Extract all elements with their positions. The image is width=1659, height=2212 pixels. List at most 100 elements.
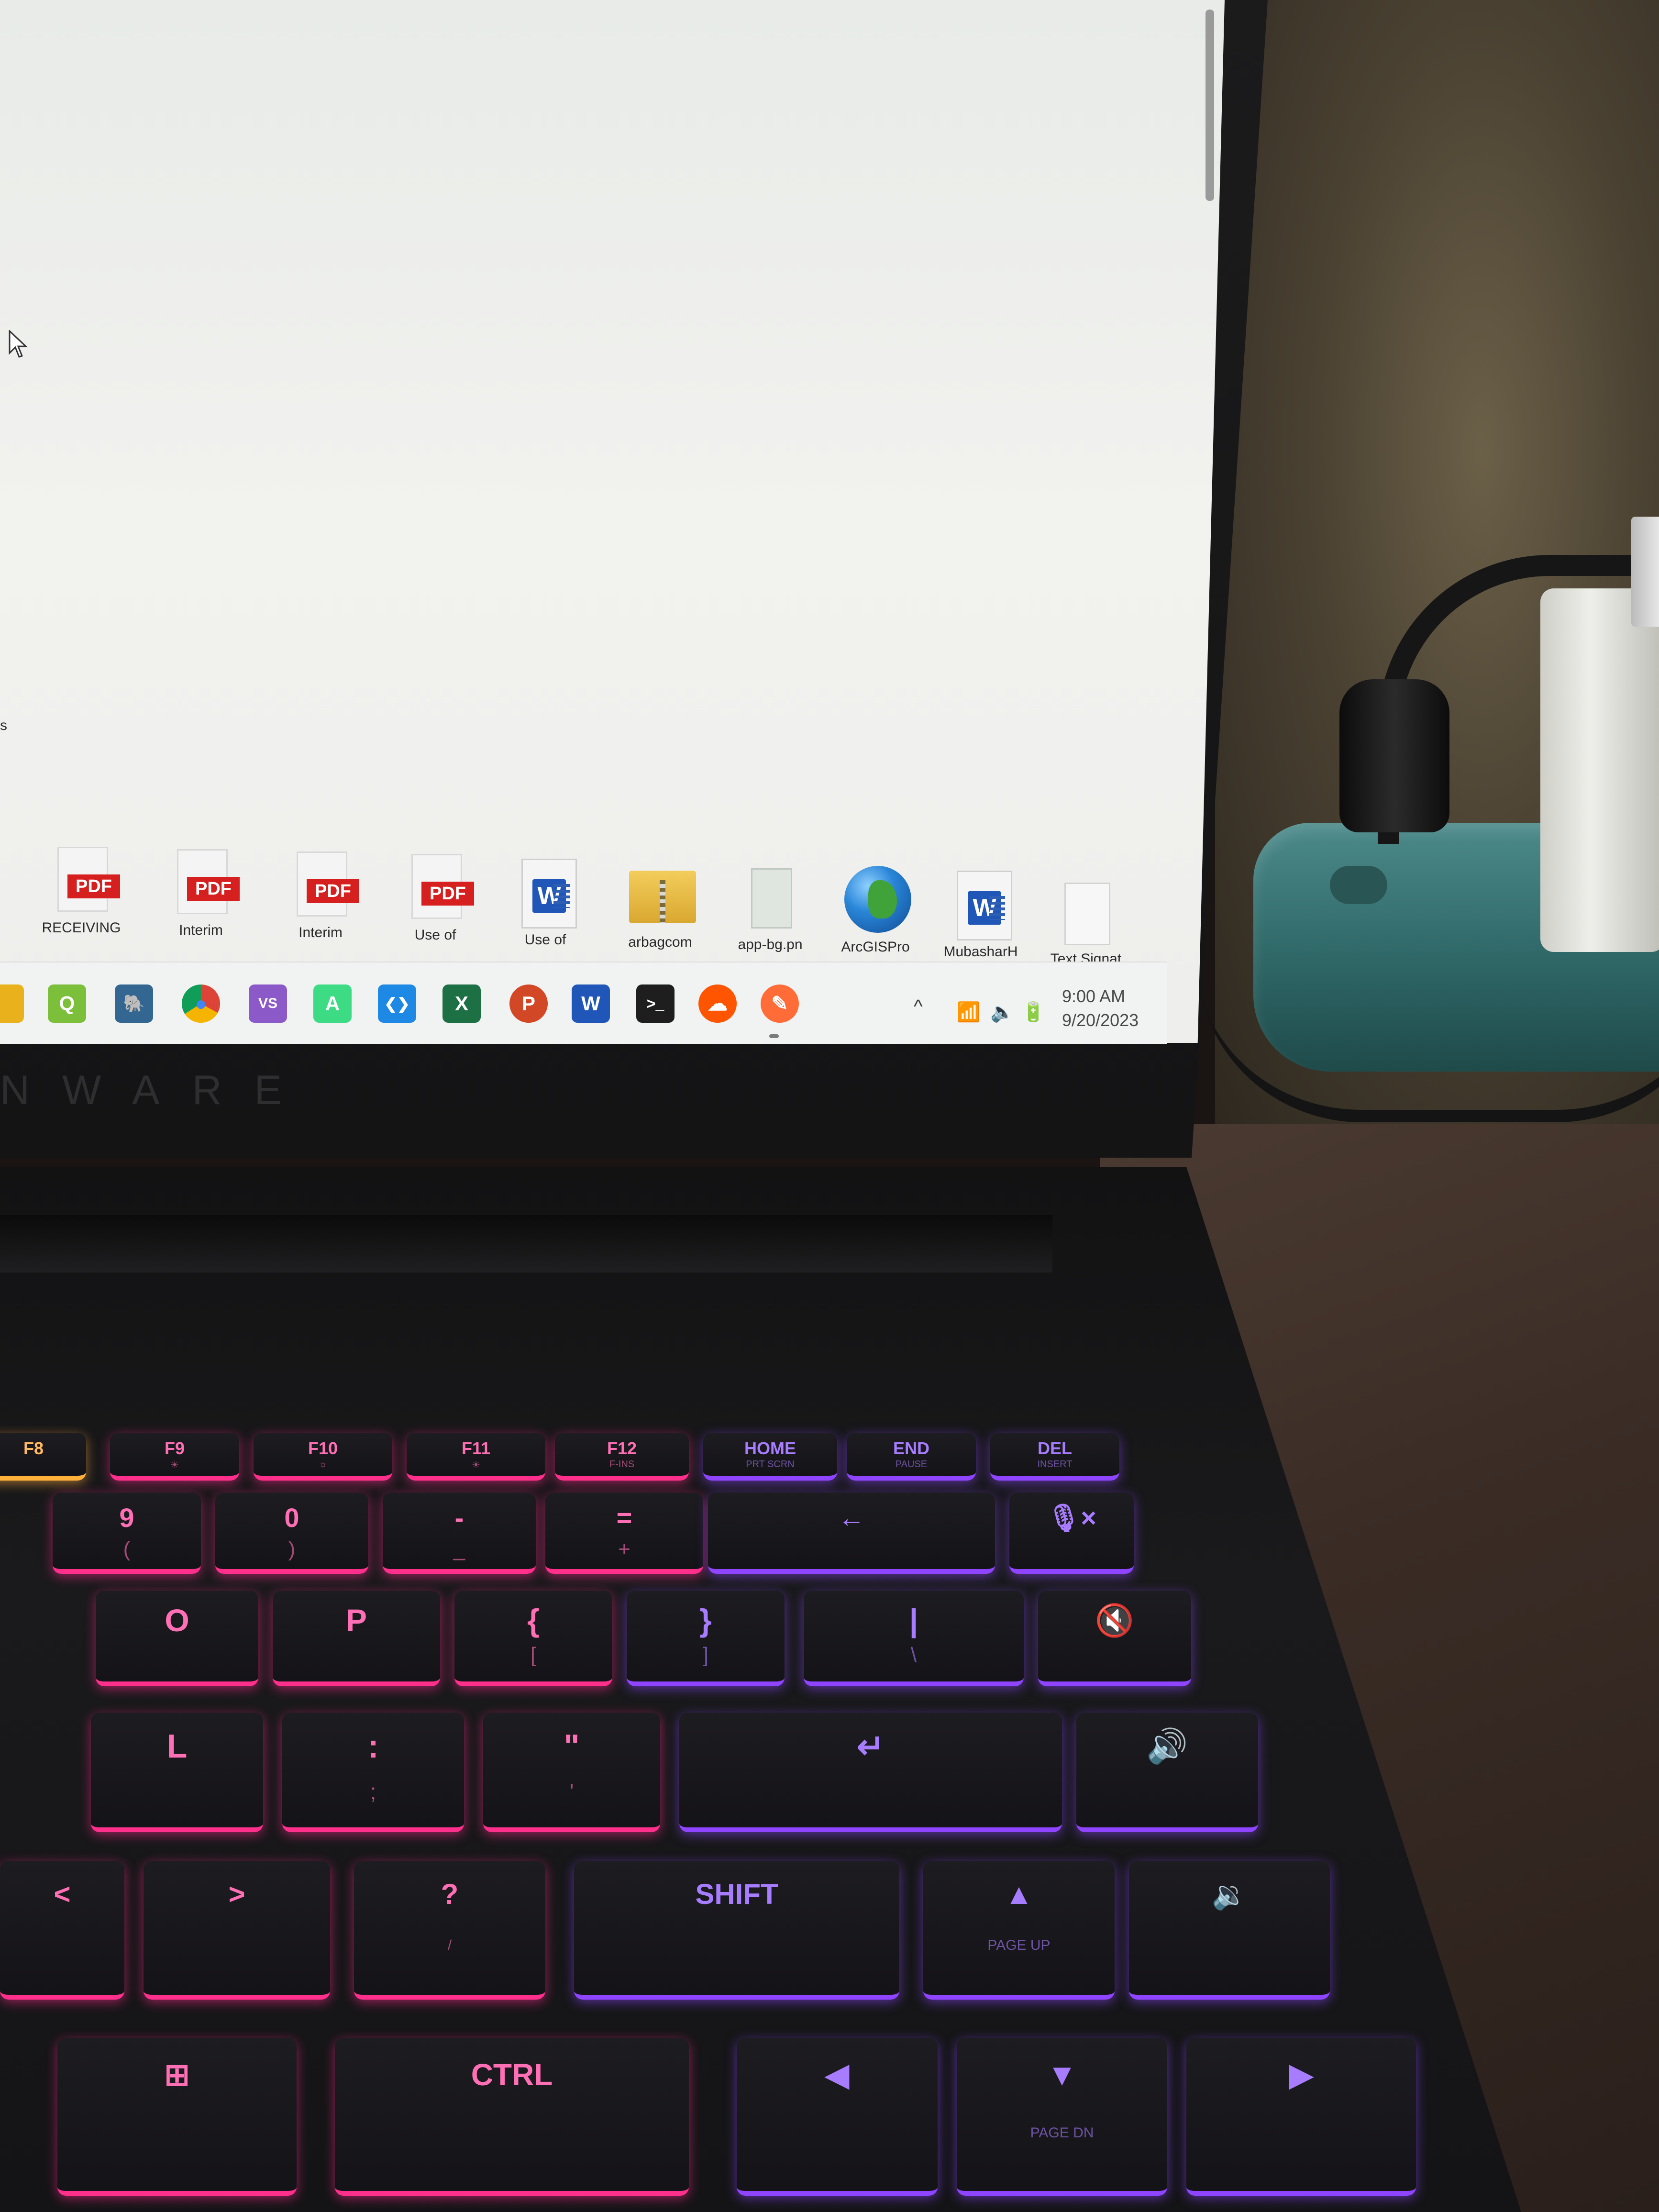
key-label: - [454, 1503, 464, 1533]
pdf-file-icon: PDF [57, 847, 120, 912]
android-studio-icon[interactable]: A [313, 984, 352, 1023]
key-number-row-0[interactable]: 9( [53, 1493, 201, 1574]
key-fn-row-5[interactable]: HOME PRT SCRN [703, 1433, 837, 1481]
image-file-icon [751, 868, 792, 929]
key-home-row-2[interactable]: " ' [483, 1713, 660, 1832]
clock-date[interactable]: 9/20/2023 [1062, 1010, 1139, 1030]
visual-studio-icon[interactable]: VS [249, 984, 287, 1023]
key-label: = [616, 1503, 632, 1533]
key-label: F10 [308, 1438, 338, 1458]
key-label: P [345, 1603, 367, 1638]
key-bottom-row-5[interactable]: 🔉 [1129, 1861, 1330, 2000]
desktop-icon-pdf-interim-2[interactable]: PDF Interim [277, 852, 364, 962]
key-top-row-5[interactable]: 🔇 [1038, 1591, 1191, 1686]
key-space-row-2[interactable]: ◀ [737, 2038, 938, 2196]
usb-plug [1631, 517, 1659, 627]
icon-caption: app-bg.pn [738, 937, 803, 952]
key-label: CTRL [471, 2057, 553, 2092]
key-label: F9 [164, 1438, 185, 1458]
clock-time[interactable]: 9:00 AM [1062, 986, 1125, 1006]
key-fn-row-2[interactable]: F10 ☼ [254, 1433, 392, 1481]
key-fn-row-3[interactable]: F11 ☀ [407, 1433, 545, 1481]
key-label: 9 [119, 1503, 134, 1533]
excel-icon[interactable]: X [442, 984, 481, 1023]
key-space-row-0[interactable]: ⊞ [57, 2038, 297, 2196]
key-label: ⊞ [164, 2057, 190, 2092]
key-label: " [564, 1727, 580, 1765]
word-file-icon: W [957, 871, 1012, 940]
key-top-row-4[interactable]: | \ [804, 1591, 1024, 1686]
key-number-row-5[interactable]: 🎙× [1009, 1493, 1134, 1574]
key-top-row-0[interactable]: O [96, 1591, 258, 1686]
powerpoint-icon[interactable]: P [509, 984, 548, 1023]
key-space-row-4[interactable]: ▶ [1186, 2038, 1416, 2196]
key-bottom-row-1[interactable]: > [144, 1861, 330, 2000]
chevron-up-icon[interactable]: ^ [914, 996, 923, 1018]
key-sublabel: _ [453, 1537, 465, 1561]
key-bottom-row-3[interactable]: SHIFT [574, 1861, 899, 2000]
chrome-icon[interactable]: ● [182, 984, 220, 1023]
key-label: { [527, 1603, 540, 1638]
key-bottom-row-0[interactable]: < [0, 1861, 124, 2000]
key-sublabel: ☀ [472, 1460, 480, 1471]
key-top-row-2[interactable]: {[ [454, 1591, 612, 1686]
key-number-row-2[interactable]: - _ [383, 1493, 536, 1574]
key-home-row-3[interactable]: ↵ [679, 1713, 1062, 1832]
desktop-icon-pdf-receiving[interactable]: PDF RECEIVING [38, 847, 124, 957]
volume-icon[interactable]: 🔈 [990, 1001, 1014, 1023]
key-sublabel: ] [702, 1643, 709, 1667]
key-sublabel: PAGE DN [1030, 2125, 1094, 2141]
key-number-row-3[interactable]: = + [545, 1493, 703, 1574]
key-space-row-3[interactable]: ▼ PAGE DN [957, 2038, 1167, 2196]
icon-caption: RECEIVING [42, 920, 121, 936]
pdf-file-icon: PDF [411, 854, 474, 919]
key-fn-row-6[interactable]: END PAUSE [847, 1433, 976, 1481]
postgres-icon[interactable]: 🐘 [115, 984, 153, 1023]
file-explorer-icon[interactable] [0, 984, 24, 1023]
desktop-icon-pdf-interim[interactable]: PDF Interim [158, 849, 244, 959]
key-sublabel: / [447, 1937, 452, 1953]
qgis-icon[interactable]: Q [48, 984, 86, 1023]
wifi-icon[interactable]: 📶 [957, 1001, 981, 1023]
word-file-icon: W [521, 859, 577, 929]
key-label: DEL [1038, 1438, 1072, 1458]
key-home-row-4[interactable]: 🔊 [1076, 1713, 1258, 1832]
desktop-icon-word-use-of[interactable]: W Use of [502, 859, 588, 969]
desktop-icon-zip-arbagcom[interactable]: arbagcom [617, 861, 703, 971]
key-space-row-1[interactable]: CTRL [335, 2038, 689, 2196]
key-bottom-row-2[interactable]: ? / [354, 1861, 545, 2000]
desktop-icon-pdf-use-of[interactable]: PDF Use of [392, 854, 478, 964]
postman-icon[interactable]: ✎ [761, 984, 799, 1023]
pdf-file-icon: PDF [177, 849, 240, 914]
key-fn-row-4[interactable]: F12 F-INS [555, 1433, 689, 1481]
key-sublabel: PAGE UP [987, 1937, 1051, 1953]
desktop-icon-png-app-bg[interactable]: app-bg.pn [727, 863, 813, 973]
key-fn-row-0[interactable]: F8 [0, 1433, 86, 1481]
key-fn-row-1[interactable]: F9 ☀ [110, 1433, 239, 1481]
key-top-row-1[interactable]: P [273, 1591, 440, 1686]
key-label: ← [838, 1503, 865, 1533]
scrollbar-thumb[interactable] [1206, 10, 1214, 201]
soundcloud-icon[interactable]: ☁ [698, 984, 737, 1023]
icon-caption: ArcGISPro [841, 939, 910, 955]
key-label: O [165, 1603, 189, 1638]
key-number-row-4[interactable]: ← [708, 1493, 995, 1574]
key-label: : [367, 1727, 379, 1765]
key-fn-row-7[interactable]: DEL INSERT [990, 1433, 1119, 1481]
key-number-row-1[interactable]: 0) [215, 1493, 368, 1574]
key-home-row-0[interactable]: L [91, 1713, 263, 1832]
vscode-icon[interactable]: ❮❯ [378, 984, 416, 1023]
key-label: > [228, 1878, 245, 1910]
word-icon[interactable]: W [572, 984, 610, 1023]
battery-icon[interactable]: 🔋 [1021, 1001, 1045, 1023]
desktop-icon-arcgis-pro[interactable]: ArcGISPro [832, 866, 918, 976]
key-bottom-row-4[interactable]: ▲ PAGE UP [923, 1861, 1115, 2000]
terminal-icon[interactable]: >_ [636, 984, 675, 1023]
cut-off-desktop-label: s [0, 718, 7, 733]
key-home-row-1[interactable]: :; [282, 1713, 464, 1832]
key-label: ▲ [1005, 1878, 1033, 1910]
black-plug [1339, 679, 1449, 832]
key-top-row-3[interactable]: }] [627, 1591, 785, 1686]
key-label: 🔇 [1095, 1603, 1135, 1638]
key-sublabel: ☼ [318, 1459, 328, 1470]
